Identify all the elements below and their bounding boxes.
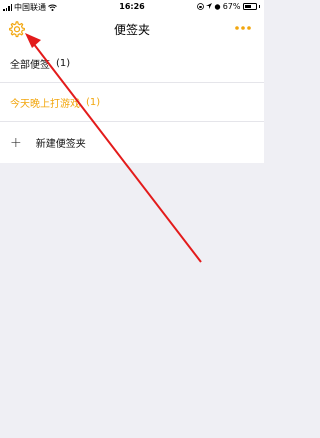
alarm-icon (214, 4, 220, 10)
page-title: 便签夹 (113, 23, 150, 37)
lock-rotation-icon (196, 3, 204, 10)
status-right: 67% (196, 2, 260, 11)
new-folder-label: 新建便签夹 (35, 139, 86, 150)
folder-item-game[interactable]: 今天晚上打游戏 (1) (0, 83, 264, 122)
battery-icon (242, 3, 257, 10)
folder-item-all[interactable]: 全部便签 (1) (0, 44, 264, 83)
folder-count: (1) (56, 57, 71, 69)
plus-icon: + (10, 134, 22, 151)
folder-list: 全部便签 (1) 今天晚上打游戏 (1) + 新建便签夹 (0, 44, 264, 163)
folder-count: (1) (86, 96, 101, 108)
nav-bar: 便签夹 (0, 14, 264, 44)
ellipsis-icon[interactable] (234, 22, 252, 34)
status-bar: 中国联通 16:26 67% (0, 0, 264, 14)
folder-label: 全部便签 (10, 59, 50, 71)
battery-percent: 67% (222, 2, 241, 11)
folder-label: 今天晚上打游戏 (10, 98, 80, 110)
new-folder-button[interactable]: + 新建便签夹 (0, 122, 264, 163)
location-icon (205, 3, 212, 9)
